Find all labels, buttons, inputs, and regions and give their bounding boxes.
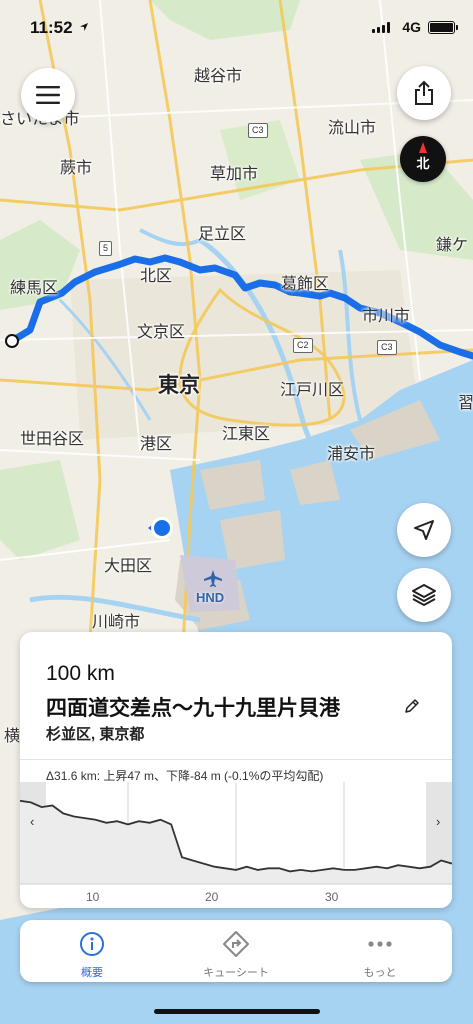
info-icon xyxy=(80,932,104,956)
map-label: 足立区 xyxy=(198,224,247,243)
edit-pencil-icon[interactable] xyxy=(404,698,420,714)
route-name: 四面道交差点〜九十九里片貝港 xyxy=(46,697,340,720)
chart-next-button[interactable]: › xyxy=(436,814,440,829)
map-label: 流山市 xyxy=(328,118,377,137)
map-label: 横 xyxy=(4,726,21,745)
current-location-marker xyxy=(148,517,173,539)
map-label: 文京区 xyxy=(137,322,186,341)
chart-prev-button[interactable]: ‹ xyxy=(30,814,34,829)
locate-me-button[interactable] xyxy=(397,503,451,557)
map-label: 練馬区 xyxy=(10,278,59,297)
layers-icon xyxy=(412,584,436,606)
cell-signal-icon xyxy=(372,22,390,33)
tab-more-label: もっと xyxy=(363,967,397,979)
navigation-arrow-icon xyxy=(414,520,434,540)
tab-overview[interactable]: 概要 xyxy=(20,920,164,982)
share-icon xyxy=(415,80,433,105)
route-start-marker xyxy=(5,334,19,348)
battery-icon xyxy=(428,21,458,34)
elevation-plot xyxy=(20,782,452,885)
status-bar: 11:52 4G xyxy=(0,0,473,56)
map-label: 川崎市 xyxy=(92,612,141,631)
map-label: 港区 xyxy=(140,434,173,453)
hamburger-icon xyxy=(36,86,60,104)
map-label: 葛飾区 xyxy=(281,274,330,293)
turn-sign-icon xyxy=(223,931,249,957)
map-label: 大田区 xyxy=(104,556,153,575)
route-summary-card[interactable]: 100 km 四面道交差点〜九十九里片貝港 杉並区, 東京都 Δ31.6 km:… xyxy=(20,632,452,908)
road-badge: C3 xyxy=(248,123,268,138)
compass-label: 北 xyxy=(416,155,430,171)
menu-button[interactable] xyxy=(21,68,75,122)
map-label-tokyo: 東京 xyxy=(158,373,200,397)
elevation-chart[interactable]: Δ31.6 km: 上昇47 m、下降-84 m (-0.1%の平均勾配) ‹ … xyxy=(20,759,452,908)
map-label: 世田谷区 xyxy=(20,429,85,448)
home-indicator xyxy=(154,1009,320,1014)
map-label: 蕨市 xyxy=(60,158,93,177)
compass-needle-icon xyxy=(419,142,427,153)
route-distance: 100 km xyxy=(46,662,115,685)
more-dots-icon xyxy=(368,941,392,947)
x-tick-label: 30 xyxy=(325,890,339,904)
map-label: 北区 xyxy=(140,266,173,285)
tab-cue-sheet-label: キューシート xyxy=(203,967,269,979)
share-button[interactable] xyxy=(397,66,451,120)
location-services-icon xyxy=(80,23,88,31)
map-label: 江戸川区 xyxy=(280,380,345,399)
map-label: 鎌ケ xyxy=(436,235,469,254)
map-label: 越谷市 xyxy=(194,66,243,85)
road-badge: C2 xyxy=(293,338,313,353)
tab-cue-sheet[interactable]: キューシート xyxy=(164,920,308,982)
map-label: 市川市 xyxy=(362,306,411,325)
map-label: 習 xyxy=(458,393,473,412)
x-tick-label: 20 xyxy=(205,890,219,904)
road-badge: C3 xyxy=(377,340,397,355)
route-region: 杉並区, 東京都 xyxy=(46,726,145,743)
map-label: 草加市 xyxy=(210,164,259,183)
network-type: 4G xyxy=(402,19,421,35)
bottom-tab-bar: 概要 キューシート もっと xyxy=(20,920,452,982)
tab-overview-label: 概要 xyxy=(81,967,103,979)
map-label: 浦安市 xyxy=(327,444,376,463)
airport-label: HND xyxy=(196,590,225,605)
road-badge: 5 xyxy=(99,241,113,256)
tab-more[interactable]: もっと xyxy=(308,920,452,982)
compass-button[interactable]: 北 xyxy=(400,136,446,182)
map-label: 江東区 xyxy=(222,424,271,443)
map-layers-button[interactable] xyxy=(397,568,451,622)
status-time: 11:52 xyxy=(30,18,73,37)
x-tick-label: 10 xyxy=(86,890,100,904)
